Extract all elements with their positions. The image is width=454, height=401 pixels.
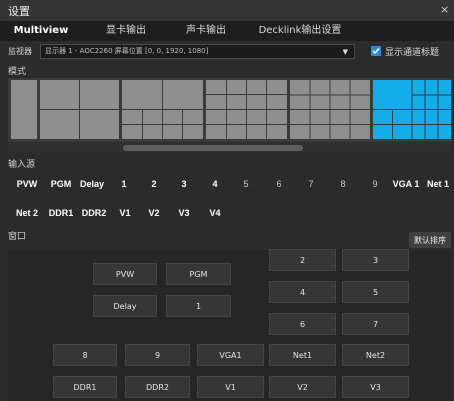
window-cell-4[interactable]: 4 [269, 281, 336, 303]
layout-option-4[interactable] [206, 80, 287, 139]
window-cell-3[interactable]: 3 [342, 249, 409, 271]
window-cell-v2[interactable]: V2 [269, 376, 336, 398]
layout-option-6-selected[interactable] [373, 80, 451, 139]
source-vga1[interactable]: VGA 1 [392, 171, 420, 197]
window-cell-net1[interactable]: Net1 [269, 344, 336, 366]
window-cell-v3[interactable]: V3 [342, 376, 409, 398]
source-net2[interactable]: Net 2 [14, 200, 40, 226]
source-8[interactable]: 8 [330, 171, 356, 197]
source-label: 输入源 [8, 160, 36, 170]
window-cell-ddr2[interactable]: DDR2 [125, 376, 190, 398]
window-cell-pvw[interactable]: PVW [93, 263, 157, 285]
window-cell-5[interactable]: 5 [342, 281, 409, 303]
window-cell-net2[interactable]: Net2 [342, 344, 409, 366]
layout-option-2[interactable] [40, 80, 119, 139]
source-delay[interactable]: Delay [77, 171, 107, 197]
source-3[interactable]: 3 [171, 171, 197, 197]
window-section-label: 窗口 [8, 232, 27, 242]
source-v1[interactable]: V1 [112, 200, 138, 226]
source-7[interactable]: 7 [298, 171, 324, 197]
source-1[interactable]: 1 [111, 171, 137, 197]
source-pvw[interactable]: PVW [14, 171, 40, 197]
window-cell-2[interactable]: 2 [269, 249, 336, 271]
source-v4[interactable]: V4 [202, 200, 228, 226]
source-pgm[interactable]: PGM [48, 171, 74, 197]
source-ddr2[interactable]: DDR2 [79, 200, 109, 226]
source-4[interactable]: 4 [202, 171, 228, 197]
layout-option-5[interactable] [290, 80, 370, 139]
window-cell-v1[interactable]: V1 [197, 376, 264, 398]
layout-thumbnails [11, 80, 451, 139]
source-5[interactable]: 5 [233, 171, 259, 197]
window-cell-7[interactable]: 7 [342, 313, 409, 335]
window-cell-pgm[interactable]: PGM [166, 263, 231, 285]
source-v3[interactable]: V3 [171, 200, 197, 226]
window-cell-9[interactable]: 9 [125, 344, 190, 366]
source-net1[interactable]: Net 1 [424, 171, 452, 197]
window-cell-6[interactable]: 6 [269, 313, 336, 335]
source-ddr1[interactable]: DDR1 [46, 200, 76, 226]
default-order-button[interactable]: 默认排序 [409, 232, 451, 248]
source-6[interactable]: 6 [266, 171, 292, 197]
window-cell-8[interactable]: 8 [53, 344, 117, 366]
scrollbar-thumb[interactable] [123, 145, 303, 151]
source-v2[interactable]: V2 [141, 200, 167, 226]
window-cell-vga1[interactable]: VGA1 [197, 344, 264, 366]
source-2[interactable]: 2 [141, 171, 167, 197]
window-cell-ddr1[interactable]: DDR1 [53, 376, 117, 398]
window-cell-1[interactable]: 1 [166, 295, 231, 317]
window-cell-delay[interactable]: Delay [93, 295, 157, 317]
layout-option-3[interactable] [122, 80, 203, 139]
source-9[interactable]: 9 [362, 171, 388, 197]
layout-option-1[interactable] [11, 80, 37, 139]
